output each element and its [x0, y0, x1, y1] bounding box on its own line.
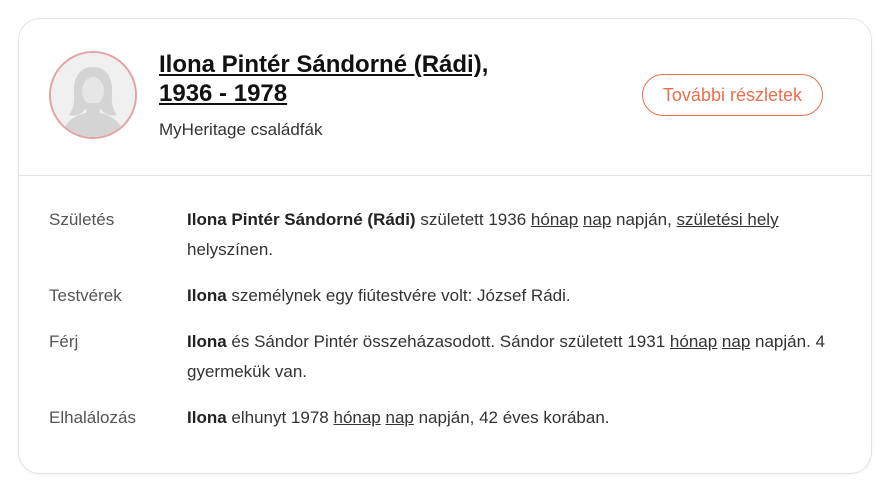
fact-label-birth: Születés: [49, 210, 115, 229]
fact-death: Elhalálozás Ilona elhunyt 1978 hónap nap…: [49, 403, 839, 433]
card-header: Ilona Pintér Sándorné (Rádi), 1936 - 197…: [19, 19, 871, 176]
fact-text-segment: napján, 42 éves korában.: [413, 408, 610, 427]
fact-text-segment: és Sándor Pintér összeházasodott. Sándor…: [226, 332, 670, 351]
death-day-link[interactable]: nap: [386, 408, 414, 427]
fact-person-name: Ilona: [187, 332, 227, 351]
fact-person-name: Ilona: [187, 286, 227, 305]
death-month-link[interactable]: hónap: [333, 408, 380, 427]
more-details-button[interactable]: További részletek: [641, 74, 823, 116]
fact-text-segment: helyszínen.: [187, 240, 273, 259]
fact-label-siblings: Testvérek: [49, 286, 122, 305]
fact-label-spouse: Férj: [49, 332, 79, 351]
person-name-link[interactable]: Ilona Pintér Sándorné (Rádi), 1936 - 197…: [159, 50, 589, 108]
spouse-birth-month-link[interactable]: hónap: [670, 332, 717, 351]
fact-person-name: Ilona Pintér Sándorné (Rádi): [187, 210, 416, 229]
person-card: Ilona Pintér Sándorné (Rádi), 1936 - 197…: [18, 18, 872, 474]
fact-text-segment: elhunyt 1978: [226, 408, 334, 427]
fact-text-segment: született 1936: [415, 210, 531, 229]
fact-birth: Születés Ilona Pintér Sándorné (Rádi) sz…: [49, 205, 839, 265]
fact-text-segment: személynek egy fiútestvére volt: József …: [226, 286, 571, 305]
title-block: Ilona Pintér Sándorné (Rádi), 1936 - 197…: [159, 50, 589, 140]
birth-day-link[interactable]: nap: [583, 210, 611, 229]
fact-label-death: Elhalálozás: [49, 408, 136, 427]
avatar[interactable]: [49, 51, 137, 139]
female-silhouette-icon: [51, 53, 135, 137]
facts-list: Születés Ilona Pintér Sándorné (Rádi) sz…: [49, 205, 839, 449]
fact-spouse: Férj Ilona és Sándor Pintér összeházasod…: [49, 327, 839, 387]
birth-place-link[interactable]: születési hely: [677, 210, 779, 229]
fact-text-birth: Ilona Pintér Sándorné (Rádi) született 1…: [187, 205, 839, 265]
fact-text-segment: napján,: [611, 210, 677, 229]
source-label: MyHeritage családfák: [159, 120, 323, 139]
birth-month-link[interactable]: hónap: [531, 210, 578, 229]
fact-siblings: Testvérek Ilona személynek egy fiútestvé…: [49, 281, 839, 311]
spouse-birth-day-link[interactable]: nap: [722, 332, 750, 351]
fact-text-siblings: Ilona személynek egy fiútestvére volt: J…: [187, 281, 839, 311]
person-name: Ilona Pintér Sándorné (Rádi),: [159, 51, 489, 78]
person-lifespan: 1936 - 1978: [159, 80, 288, 107]
fact-text-spouse: Ilona és Sándor Pintér összeházasodott. …: [187, 327, 839, 387]
fact-text-death: Ilona elhunyt 1978 hónap nap napján, 42 …: [187, 403, 839, 433]
fact-person-name: Ilona: [187, 408, 227, 427]
